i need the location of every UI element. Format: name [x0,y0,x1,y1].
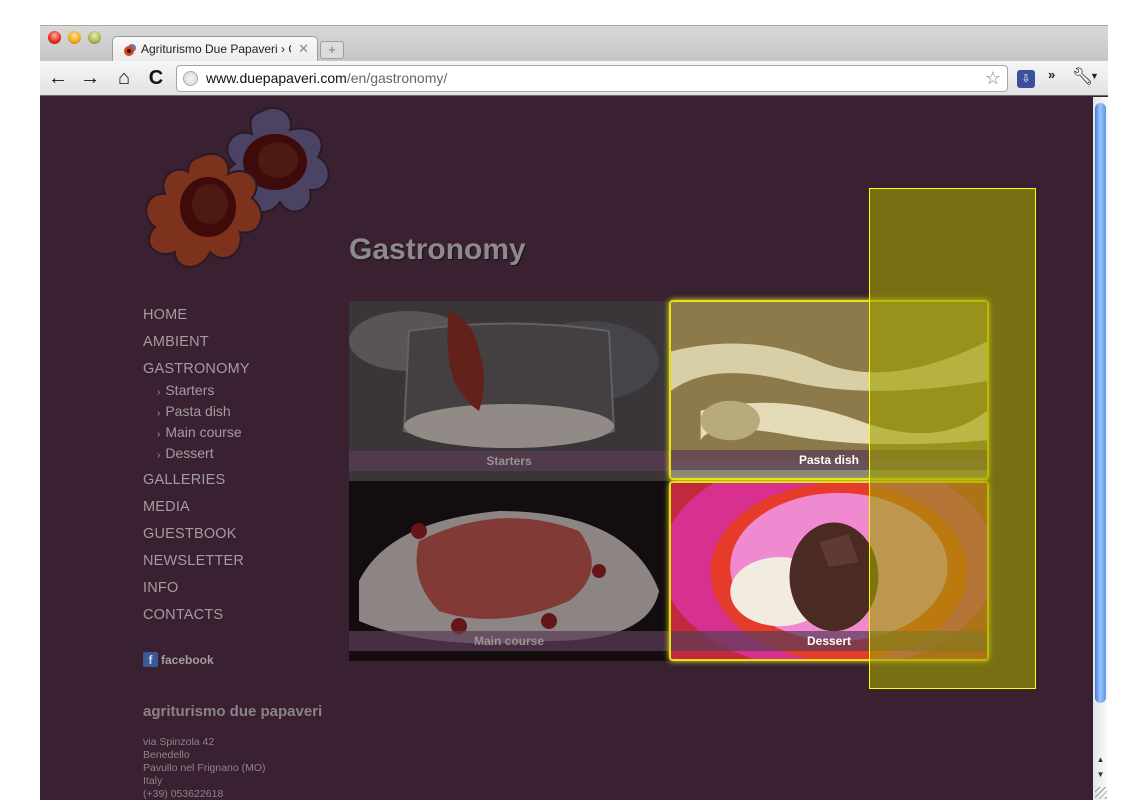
page-title: Gastronomy [349,233,526,266]
poppy-favicon-icon [124,44,136,56]
url-host: www.duepapaveri.com [206,70,347,86]
address-locality: Benedello [143,749,190,761]
zoom-window-button[interactable] [88,31,101,44]
address-bar[interactable]: www.duepapaveri.com/en/gastronomy/ ☆ [176,65,1008,92]
globe-icon [183,71,198,86]
facebook-label: facebook [161,652,214,667]
address-title: agriturismo due papaveri [143,703,323,720]
nav-item-galleries[interactable]: GALLERIES [143,471,250,498]
subnav-item-dessert[interactable]: › Dessert [143,444,250,465]
tile-caption: Main course [349,631,669,651]
orange-flower-icon [145,152,263,268]
scroll-up-arrow-icon[interactable]: ▲ [1095,755,1106,769]
close-window-button[interactable] [48,31,61,44]
nav-item-newsletter[interactable]: NEWSLETTER [143,552,250,579]
toolbar: ← → ⌂ C www.duepapaveri.com/en/gastronom… [40,61,1108,96]
overflow-chevron-icon[interactable]: » [1048,67,1055,82]
home-icon[interactable]: ⌂ [112,66,136,90]
subnav-item-main-course[interactable]: › Main course [143,423,250,444]
nav-item-guestbook[interactable]: GUESTBOOK [143,525,250,552]
nav-item-home[interactable]: HOME [143,306,250,333]
subnav-item-pasta-dish[interactable]: › Pasta dish [143,402,250,423]
page-viewport: HOME AMBIENT GASTRONOMY › Starters › Pasta… [40,97,1108,800]
forward-icon[interactable]: → [78,66,102,90]
nav-item-ambient[interactable]: AMBIENT [143,333,250,360]
chevron-right-icon: › [157,387,161,398]
reload-icon[interactable]: C [144,66,168,90]
subnav-label: Pasta dish [165,403,231,419]
nav-item-media[interactable]: MEDIA [143,498,250,525]
subnav-label: Starters [165,382,215,398]
tab-title: Agriturismo Due Papaveri › G [141,42,291,56]
address-city: Pavullo nel Frignano (MO) [143,762,266,774]
url-path: /en/gastronomy/ [346,70,448,86]
chevron-down-icon: ▼ [1090,71,1099,81]
chevron-right-icon: › [157,429,161,440]
browser-tab[interactable]: Agriturismo Due Papaveri › G ✕ [112,36,318,62]
address-phone: (+39) 053622618 [143,788,224,800]
subnav-label: Main course [165,424,242,440]
address-street: via Spinzola 42 [143,736,215,748]
address-block: via Spinzola 42 Benedello Pavullo nel Fr… [143,736,266,800]
url-text[interactable]: www.duepapaveri.com/en/gastronomy/ [206,70,447,86]
poppy-logo[interactable] [140,102,345,282]
facebook-icon: f [143,652,158,667]
chevron-right-icon: › [157,408,161,419]
minimize-window-button[interactable] [68,31,81,44]
extension-icon[interactable]: ⇩ [1017,70,1035,88]
tab-strip: Agriturismo Due Papaveri › G ✕ + [40,25,1108,62]
back-icon[interactable]: ← [46,66,70,90]
chevron-right-icon: › [157,450,161,461]
subnav-item-starters[interactable]: › Starters [143,381,250,402]
resize-grip-icon[interactable] [1095,787,1107,799]
bookmark-star-icon[interactable]: ☆ [985,68,1001,89]
selection-highlight-overlay [869,188,1036,689]
nav-item-contacts[interactable]: CONTACTS [143,606,250,633]
subnav-label: Dessert [165,445,214,461]
close-icon[interactable]: ✕ [298,41,309,57]
scrollbar-thumb[interactable] [1095,103,1106,703]
tile-caption: Starters [349,451,669,471]
nav-item-gastronomy[interactable]: GASTRONOMY [143,360,250,381]
nav-item-info[interactable]: INFO [143,579,250,606]
browser-window: Agriturismo Due Papaveri › G ✕ + ← → ⌂ C… [40,25,1108,800]
scroll-down-arrow-icon[interactable]: ▼ [1095,770,1106,784]
new-tab-icon[interactable]: + [320,41,344,59]
gallery-tile-main-course[interactable]: Main course [349,481,669,661]
address-country: Italy [143,775,163,787]
vertical-scrollbar[interactable]: ▲ ▼ [1093,97,1108,800]
main-nav: HOME AMBIENT GASTRONOMY › Starters › Pasta… [143,306,250,633]
facebook-link[interactable]: f facebook [143,652,214,667]
gallery-tile-starters[interactable]: Starters [349,301,669,481]
